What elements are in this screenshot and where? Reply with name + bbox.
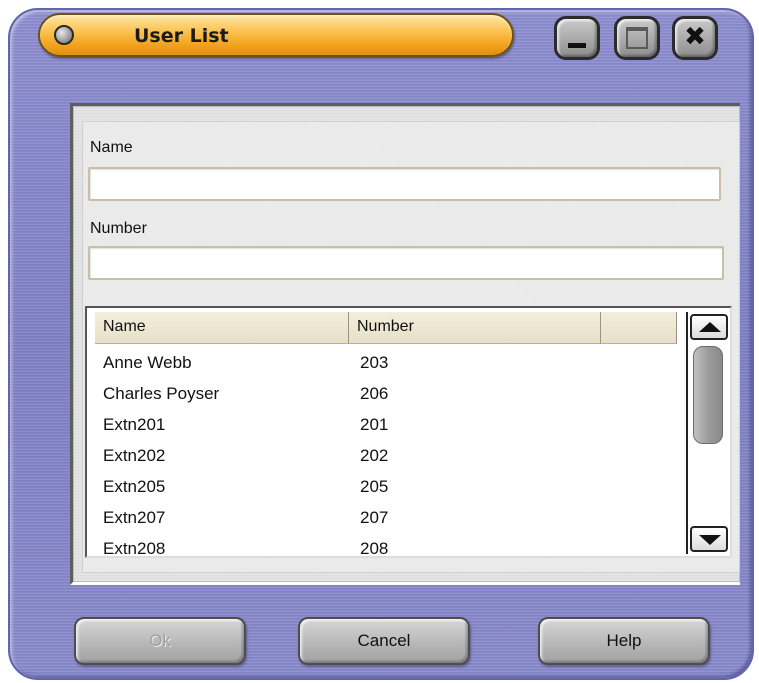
row-number: 208: [360, 539, 389, 558]
list-header: Name Number: [95, 312, 677, 344]
row-name: Charles Poyser: [103, 384, 220, 403]
user-list[interactable]: Name Number Anne Webb 203 Charles Poyser…: [85, 306, 732, 558]
list-row[interactable]: Extn202 202: [101, 443, 671, 474]
column-header-extra[interactable]: [601, 312, 677, 344]
row-number: 205: [360, 477, 389, 496]
number-label: Number: [90, 220, 147, 237]
name-label: Name: [90, 139, 133, 156]
window-title: User List: [134, 25, 229, 47]
list-row[interactable]: Charles Poyser 206: [101, 381, 671, 412]
maximize-icon: [626, 27, 648, 49]
scroll-down-button[interactable]: [690, 526, 728, 552]
row-number: 201: [360, 415, 389, 434]
arrow-down-icon: [699, 535, 721, 545]
row-name: Extn208: [103, 539, 166, 558]
scroll-thumb[interactable]: [693, 346, 723, 444]
list-row[interactable]: Extn201 201: [101, 412, 671, 443]
title-bar[interactable]: User List: [38, 13, 514, 57]
row-name: Extn201: [103, 415, 166, 434]
number-field[interactable]: [88, 246, 724, 280]
column-header-number[interactable]: Number: [349, 312, 601, 344]
list-row[interactable]: Extn208 208: [101, 536, 671, 567]
list-row[interactable]: Anne Webb 203: [101, 350, 671, 381]
column-header-name[interactable]: Name: [95, 312, 349, 344]
minimize-icon: [568, 43, 586, 48]
row-name: Extn207: [103, 508, 166, 527]
scroll-up-button[interactable]: [690, 314, 728, 340]
arrow-up-icon: [699, 322, 721, 332]
vertical-scrollbar[interactable]: [686, 312, 728, 554]
row-number: 206: [360, 384, 389, 403]
minimize-button[interactable]: [554, 16, 600, 60]
list-row[interactable]: Extn205 205: [101, 474, 671, 505]
row-name: Anne Webb: [103, 353, 192, 372]
list-row[interactable]: Extn207 207: [101, 505, 671, 536]
row-number: 207: [360, 508, 389, 527]
cancel-button[interactable]: Cancel: [298, 617, 470, 665]
row-name: Extn205: [103, 477, 166, 496]
row-number: 202: [360, 446, 389, 465]
list-rows: Anne Webb 203 Charles Poyser 206 Extn201…: [101, 350, 671, 567]
window-menu-icon[interactable]: [54, 25, 74, 45]
row-name: Extn202: [103, 446, 166, 465]
close-icon: ✖: [684, 22, 706, 52]
ok-button[interactable]: Ok: [74, 617, 246, 665]
close-button[interactable]: ✖: [672, 16, 718, 60]
name-field[interactable]: [88, 167, 721, 201]
help-button[interactable]: Help: [538, 617, 710, 665]
maximize-button[interactable]: [614, 16, 660, 60]
row-number: 203: [360, 353, 389, 372]
